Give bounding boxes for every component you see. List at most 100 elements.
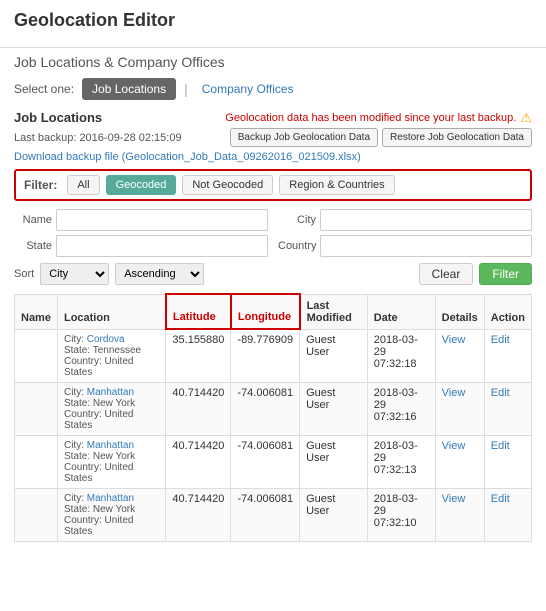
city-label: City	[278, 214, 316, 226]
select-one-label: Select one:	[14, 82, 74, 96]
cell-latitude-3: 40.714420	[166, 488, 231, 541]
section-subtitle: Job Locations & Company Offices	[14, 54, 225, 70]
tab-job-locations[interactable]: Job Locations	[82, 78, 176, 100]
name-field-row: Name	[14, 209, 268, 231]
cell-last-modified-1: Guest User	[300, 382, 368, 435]
sort-order-select[interactable]: Ascending Descending	[115, 263, 204, 285]
warning-message: Geolocation data has been modified since…	[225, 112, 516, 124]
sort-by-select[interactable]: City Name State Country	[40, 263, 109, 285]
col-action: Action	[484, 294, 531, 329]
name-input[interactable]	[56, 209, 268, 231]
cell-date-3: 2018-03-2907:32:10	[367, 488, 435, 541]
sort-actions: Clear Filter	[419, 263, 532, 285]
content-area: Job Locations Geolocation data has been …	[0, 106, 546, 546]
cell-longitude-1: -74.006081	[231, 382, 300, 435]
sort-label: Sort	[14, 268, 34, 280]
jl-title: Job Locations	[14, 110, 102, 125]
col-name: Name	[15, 294, 58, 329]
state-label: State	[14, 240, 52, 252]
table-row: City: Manhattan State: New York Country:…	[15, 382, 532, 435]
table-row: City: Cordova State: Tennessee Country: …	[15, 329, 532, 382]
col-date: Date	[367, 294, 435, 329]
filter-btn-geocoded[interactable]: Geocoded	[106, 175, 177, 195]
filter-btn-not-geocoded[interactable]: Not Geocoded	[182, 175, 273, 195]
table-body: City: Cordova State: Tennessee Country: …	[15, 329, 532, 541]
edit-link-2[interactable]: Edit	[491, 440, 510, 452]
filter-button[interactable]: Filter	[479, 263, 532, 285]
cell-action-2[interactable]: Edit	[484, 435, 531, 488]
col-details: Details	[435, 294, 484, 329]
col-location: Location	[57, 294, 165, 329]
col-latitude: Latitude	[166, 294, 231, 329]
edit-link-3[interactable]: Edit	[491, 493, 510, 505]
filter-btn-all[interactable]: All	[67, 175, 99, 195]
cell-longitude-3: -74.006081	[231, 488, 300, 541]
warning-icon: ⚠	[520, 110, 532, 126]
cell-location-1: City: Manhattan State: New York Country:…	[57, 382, 165, 435]
cell-action-3[interactable]: Edit	[484, 488, 531, 541]
state-input[interactable]	[56, 235, 268, 257]
cell-name-0	[15, 329, 58, 382]
cell-latitude-0: 35.155880	[166, 329, 231, 382]
table-row: City: Manhattan State: New York Country:…	[15, 435, 532, 488]
city-input[interactable]	[320, 209, 532, 231]
data-table: Name Location Latitude Longitude LastMod…	[14, 293, 532, 542]
cell-action-0[interactable]: Edit	[484, 329, 531, 382]
cell-date-1: 2018-03-2907:32:16	[367, 382, 435, 435]
backup-btn[interactable]: Backup Job Geolocation Data	[230, 128, 378, 147]
backup-info-row: Last backup: 2016-09-28 02:15:09 Backup …	[14, 128, 532, 147]
view-link-3[interactable]: View	[442, 493, 466, 505]
cell-details-3[interactable]: View	[435, 488, 484, 541]
cell-name-1	[15, 382, 58, 435]
filter-label: Filter:	[24, 178, 57, 192]
edit-link-1[interactable]: Edit	[491, 387, 510, 399]
country-field-row: Country	[278, 235, 532, 257]
pipe-separator: |	[184, 81, 188, 97]
cell-last-modified-0: Guest User	[300, 329, 368, 382]
filter-btn-region-countries[interactable]: Region & Countries	[279, 175, 394, 195]
col-longitude: Longitude	[231, 294, 300, 329]
cell-latitude-1: 40.714420	[166, 382, 231, 435]
backup-date-label: Last backup:	[14, 132, 76, 144]
download-link[interactable]: Download backup file (Geolocation_Job_Da…	[14, 151, 532, 163]
col-last-modified: LastModified	[300, 294, 368, 329]
cell-action-1[interactable]: Edit	[484, 382, 531, 435]
cell-details-2[interactable]: View	[435, 435, 484, 488]
cell-details-0[interactable]: View	[435, 329, 484, 382]
search-fields: Name City State Country	[14, 209, 532, 257]
page-title: Geolocation Editor	[14, 10, 532, 31]
select-one-row: Select one: Job Locations | Company Offi…	[0, 74, 546, 106]
cell-details-1[interactable]: View	[435, 382, 484, 435]
backup-date: Last backup: 2016-09-28 02:15:09	[14, 132, 182, 144]
sort-row: Sort City Name State Country Ascending D…	[14, 263, 532, 285]
cell-location-3: City: Manhattan State: New York Country:…	[57, 488, 165, 541]
cell-last-modified-2: Guest User	[300, 435, 368, 488]
view-link-0[interactable]: View	[442, 334, 466, 346]
table-head: Name Location Latitude Longitude LastMod…	[15, 294, 532, 329]
clear-button[interactable]: Clear	[419, 263, 474, 285]
view-link-2[interactable]: View	[442, 440, 466, 452]
tab-company-offices[interactable]: Company Offices	[196, 78, 300, 100]
section-subtitle-row: Job Locations & Company Offices	[0, 48, 546, 74]
cell-latitude-2: 40.714420	[166, 435, 231, 488]
warning-text: Geolocation data has been modified since…	[225, 110, 532, 126]
backup-buttons: Backup Job Geolocation Data Restore Job …	[230, 128, 532, 147]
cell-longitude-2: -74.006081	[231, 435, 300, 488]
cell-date-2: 2018-03-2907:32:13	[367, 435, 435, 488]
table-header-row: Name Location Latitude Longitude LastMod…	[15, 294, 532, 329]
view-link-1[interactable]: View	[442, 387, 466, 399]
cell-last-modified-3: Guest User	[300, 488, 368, 541]
country-input[interactable]	[320, 235, 532, 257]
cell-date-0: 2018-03-2907:32:18	[367, 329, 435, 382]
table-row: City: Manhattan State: New York Country:…	[15, 488, 532, 541]
job-locations-header: Job Locations Geolocation data has been …	[14, 110, 532, 126]
country-label: Country	[278, 240, 316, 252]
state-field-row: State	[14, 235, 268, 257]
cell-longitude-0: -89.776909	[231, 329, 300, 382]
restore-btn[interactable]: Restore Job Geolocation Data	[382, 128, 532, 147]
filter-bar: Filter: All Geocoded Not Geocoded Region…	[14, 169, 532, 201]
cell-name-2	[15, 435, 58, 488]
edit-link-0[interactable]: Edit	[491, 334, 510, 346]
cell-location-0: City: Cordova State: Tennessee Country: …	[57, 329, 165, 382]
city-field-row: City	[278, 209, 532, 231]
